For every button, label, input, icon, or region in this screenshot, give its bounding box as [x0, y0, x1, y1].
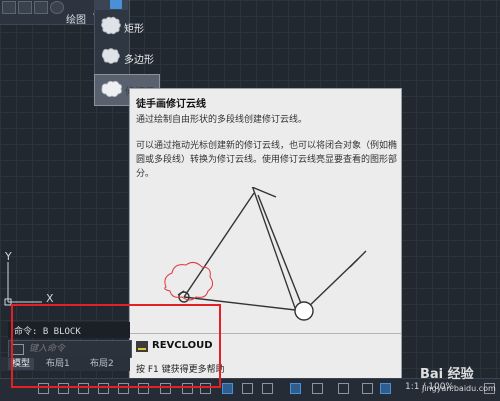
watermark-brand: Bai 经验	[420, 367, 474, 382]
3d-osnap-icon[interactable]	[262, 383, 273, 394]
flyout-header	[94, 0, 128, 10]
freehand-cloud-icon	[101, 80, 123, 98]
flyout-item-polygon[interactable]: 多边形	[94, 43, 158, 73]
tooltip-title: 徒手画修订云线	[136, 99, 206, 110]
watermark-url: jingyan.baidu.com	[422, 384, 496, 393]
selection-cycling-icon[interactable]	[242, 383, 253, 394]
ucs-y-label: Y	[5, 250, 12, 263]
tooltip-description: 可以通过拖动光标创建新的修订云线，也可以将闭合对象（例如椭圆或多段线）转换为修订…	[136, 141, 398, 179]
polygon-cloud-icon	[101, 48, 120, 64]
flyout-item-label: 多边形	[124, 55, 154, 66]
rectangle-cloud-icon	[101, 16, 121, 35]
flyout-item-label: 矩形	[124, 24, 144, 35]
annotation-scale-icon[interactable]	[380, 383, 391, 394]
ribbon-circle-icon[interactable]	[50, 1, 64, 14]
ribbon-tool-icon[interactable]	[18, 1, 32, 14]
units-icon[interactable]	[312, 383, 323, 394]
ribbon-tool-icon[interactable]	[2, 1, 16, 14]
flyout-active-icon[interactable]	[110, 0, 122, 9]
ribbon-tool-icon[interactable]	[34, 1, 48, 14]
transparency-icon[interactable]	[222, 383, 233, 394]
quick-properties-icon[interactable]	[338, 383, 349, 394]
flyout-item-rectangle[interactable]: 矩形	[94, 12, 158, 42]
ribbon-panel-label[interactable]: 绘图	[66, 11, 86, 26]
highlight-rectangle	[11, 304, 221, 388]
lock-ui-icon[interactable]	[362, 383, 373, 394]
tooltip-summary: 通过绘制自由形状的多段线创建修订云线。	[136, 115, 308, 125]
annotation-monitor-icon[interactable]	[290, 383, 301, 394]
